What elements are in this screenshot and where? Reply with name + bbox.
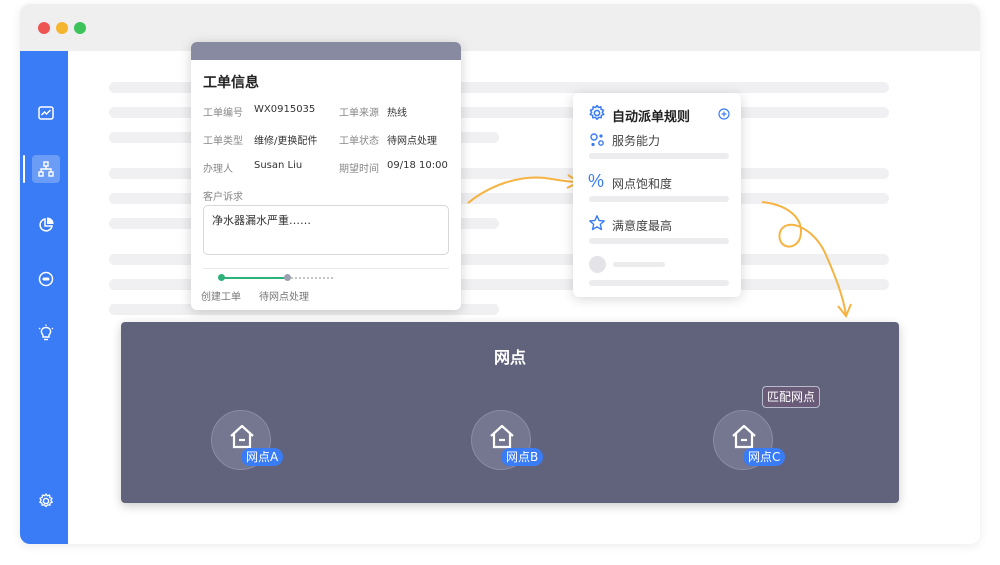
- order-source-value: 热线: [387, 108, 407, 119]
- outlet-badge-b: 网点B: [501, 448, 544, 466]
- placeholder-avatar: [589, 256, 606, 273]
- auto-dispatch-rules-card: 自动派单规则 服务能力 % 网点饱和度 满意度最高: [573, 93, 741, 297]
- progress-step-dot: [284, 274, 291, 281]
- placeholder-line: [613, 262, 665, 267]
- progress-done-line: [221, 277, 287, 279]
- card-header-bar: [191, 42, 461, 60]
- rule-label-satisfaction: 满意度最高: [612, 219, 673, 233]
- expected-time-value: 09/18 10:00: [387, 160, 448, 171]
- gear-icon: [589, 104, 605, 120]
- rules-title: 自动派单规则: [612, 110, 691, 125]
- matched-outlet-tag: 匹配网点: [762, 386, 821, 408]
- arrow-to-outlets: [761, 201, 847, 316]
- order-source-label: 工单来源: [339, 108, 379, 119]
- complaint-label: 客户诉求: [203, 192, 243, 203]
- step-label-created: 创建工单: [201, 292, 241, 303]
- order-number-value: WX0915035: [254, 104, 316, 115]
- rule-bar: [589, 238, 729, 244]
- percent-icon: %: [588, 171, 605, 191]
- handler-label: 办理人: [203, 164, 233, 175]
- order-number-label: 工单编号: [203, 108, 243, 119]
- order-status-value: 待网点处理: [387, 136, 437, 147]
- order-type-label: 工单类型: [203, 136, 243, 147]
- expected-time-label: 期望时间: [339, 164, 379, 175]
- arrow-to-rules: [467, 176, 579, 204]
- card-divider: [203, 268, 449, 269]
- outlet-badge-c: 网点C: [743, 448, 786, 466]
- order-status-label: 工单状态: [339, 136, 379, 147]
- step-label-pending: 待网点处理: [259, 292, 309, 303]
- progress-pending-line: [287, 277, 333, 279]
- home-icon: [490, 424, 514, 449]
- rule-label-outlet-saturation: 网点饱和度: [612, 177, 673, 191]
- outlet-badge-a: 网点A: [241, 448, 284, 466]
- order-type-value: 维修/更换配件: [254, 136, 318, 147]
- progress-step-dot: [218, 274, 225, 281]
- complaint-textarea[interactable]: 净水器漏水严重……: [203, 205, 449, 255]
- home-icon: [230, 424, 254, 449]
- service-capacity-icon: [590, 133, 604, 147]
- add-rule-button[interactable]: [718, 108, 730, 120]
- work-order-title: 工单信息: [203, 75, 259, 91]
- handler-value: Susan Liu: [254, 160, 303, 171]
- outlets-panel: 网点 网点A 网点B 网点C 匹配网点: [121, 322, 899, 503]
- rule-bar: [589, 196, 729, 202]
- outlets-title: 网点: [493, 348, 526, 367]
- rule-bar: [589, 153, 729, 159]
- work-order-card: 工单信息 工单编号 WX0915035 工单来源 热线 工单类型 维修/更换配件…: [191, 42, 461, 310]
- home-icon: [732, 424, 756, 449]
- rule-label-service-capacity: 服务能力: [612, 134, 661, 148]
- rule-bar: [589, 280, 729, 286]
- star-icon: [589, 215, 605, 231]
